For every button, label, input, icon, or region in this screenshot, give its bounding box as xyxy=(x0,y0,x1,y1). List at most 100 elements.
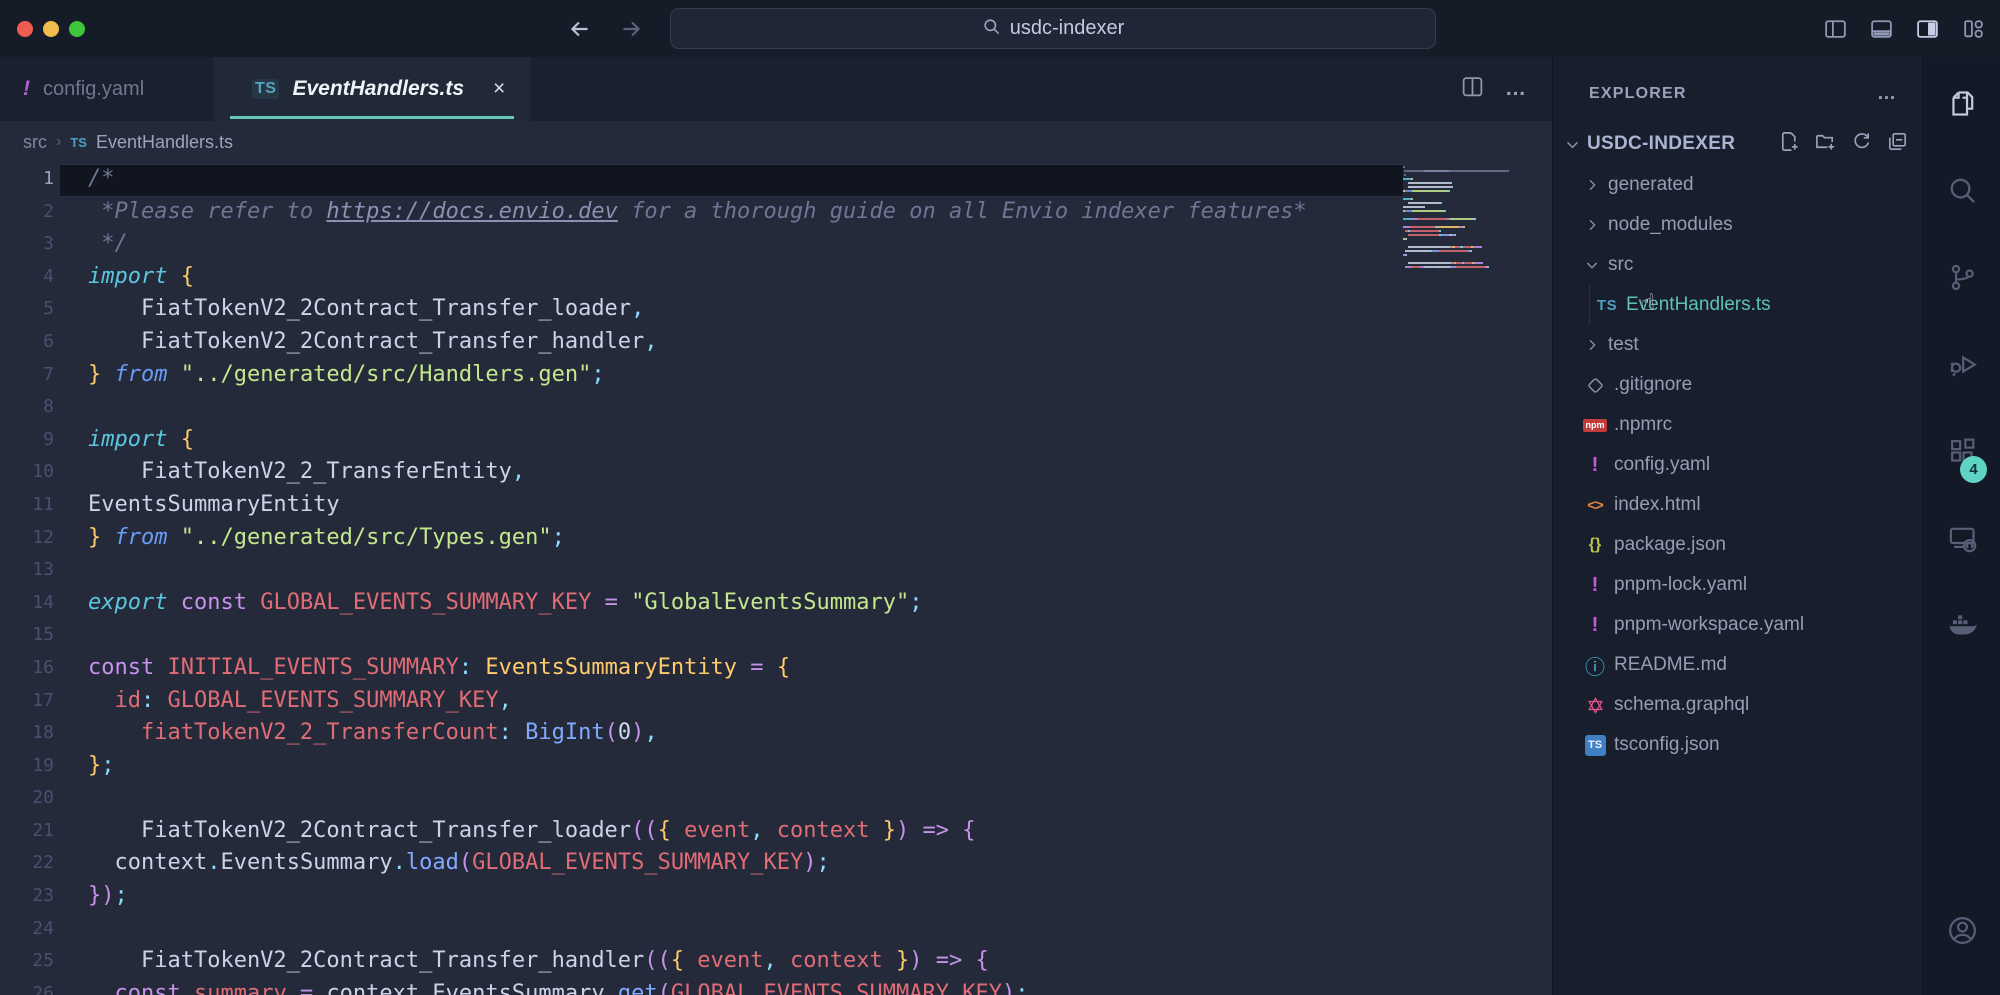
collapse-all-icon[interactable] xyxy=(1886,130,1909,158)
chevron-right-icon xyxy=(1583,337,1601,353)
tree-item-label: node_modules xyxy=(1608,214,1733,236)
code-line: } from "../generated/src/Types.gen"; xyxy=(88,522,1307,555)
layout-sidebar-right-icon[interactable] xyxy=(1915,16,1940,41)
new-folder-icon[interactable] xyxy=(1814,130,1837,158)
yaml-file-icon: ! xyxy=(1583,454,1607,477)
html-file-icon: <> xyxy=(1583,497,1607,514)
remote-explorer-icon[interactable] xyxy=(1923,510,2000,566)
tree-item-label: README.md xyxy=(1614,654,1727,676)
layout-customize-icon[interactable] xyxy=(1961,16,1986,41)
line-number: 4 xyxy=(0,261,60,294)
line-number: 3 xyxy=(0,228,60,261)
code-line: context.EventsSummary.load(GLOBAL_EVENTS… xyxy=(88,847,1307,880)
line-number: 16 xyxy=(0,652,60,685)
code-line: FiatTokenV2_2Contract_Transfer_handler, xyxy=(88,326,1307,359)
run-debug-icon[interactable] xyxy=(1923,336,2000,392)
tree-file--npmrc[interactable]: npm.npmrc xyxy=(1553,405,1923,445)
code-line: EventsSummaryEntity xyxy=(88,489,1307,522)
code-line xyxy=(88,782,1307,815)
tree-file-tsconfig-json[interactable]: TStsconfig.json xyxy=(1553,725,1923,765)
file-tree: generated node_modulessrcTSEventHandlers.… xyxy=(1553,165,1923,765)
tree-file-config-yaml[interactable]: ! config.yaml xyxy=(1553,445,1923,485)
close-tab-icon[interactable]: × xyxy=(493,77,505,101)
tree-file-eventhandlers-ts[interactable]: TSEventHandlers.ts☝ xyxy=(1553,285,1923,325)
command-center-search[interactable]: usdc-indexer xyxy=(670,8,1436,49)
tree-file-schema-graphql[interactable]: schema.graphql xyxy=(1553,685,1923,725)
explorer-more-icon[interactable]: … xyxy=(1877,83,1898,105)
line-number: 25 xyxy=(0,945,60,978)
line-number: 10 xyxy=(0,456,60,489)
new-file-icon[interactable] xyxy=(1778,130,1801,158)
source-control-icon[interactable] xyxy=(1923,249,2000,305)
line-number: 7 xyxy=(0,359,60,392)
tab-label: config.yaml xyxy=(43,78,144,101)
breadcrumb-folder[interactable]: src xyxy=(23,132,47,153)
refresh-icon[interactable] xyxy=(1850,130,1873,158)
tree-file-readme-md[interactable]: ⓘREADME.md xyxy=(1553,645,1923,685)
code-line: import { xyxy=(88,261,1307,294)
files-icon[interactable] xyxy=(1923,75,2000,131)
close-window-icon[interactable] xyxy=(17,21,33,37)
split-editor-icon[interactable] xyxy=(1460,74,1485,104)
line-number: 12 xyxy=(0,522,60,555)
line-number: 11 xyxy=(0,489,60,522)
back-icon[interactable] xyxy=(565,14,595,44)
code-line: const summary = context.EventsSummary.ge… xyxy=(88,978,1307,995)
yaml-exclaim-icon: ! xyxy=(23,77,30,101)
tree-item-label: index.html xyxy=(1614,494,1701,516)
search-icon[interactable] xyxy=(1923,162,2000,218)
code-line xyxy=(88,554,1307,587)
explorer-sidebar: EXPLORER … USDC-INDEXER xyxy=(1552,57,1922,995)
code-line: */ xyxy=(88,228,1307,261)
line-number: 1 xyxy=(0,163,60,196)
code-line: } from "../generated/src/Handlers.gen"; xyxy=(88,359,1307,392)
tree-folder-generated[interactable]: generated xyxy=(1553,165,1923,205)
breadcrumb: src › TS EventHandlers.ts xyxy=(0,121,1552,163)
tree-file--gitignore[interactable]: .gitignore xyxy=(1553,365,1923,405)
tree-item-label: pnpm-workspace.yaml xyxy=(1614,614,1804,636)
line-number: 26 xyxy=(0,978,60,995)
tree-folder-node-modules[interactable]: node_modules xyxy=(1553,205,1923,245)
line-number: 24 xyxy=(0,913,60,946)
line-number: 2 xyxy=(0,196,60,229)
tree-file-pnpm-workspace-yaml[interactable]: !pnpm-workspace.yaml xyxy=(1553,605,1923,645)
chevron-down-icon xyxy=(1563,136,1581,153)
project-root-row[interactable]: USDC-INDEXER xyxy=(1553,124,1923,164)
tab-eventhandlers-ts[interactable]: TS EventHandlers.ts × xyxy=(214,57,530,121)
account-icon[interactable] xyxy=(1923,902,2000,958)
line-number: 9 xyxy=(0,424,60,457)
layout-sidebar-left-icon[interactable] xyxy=(1823,16,1848,41)
code-lines: /* *Please refer to https://docs.envio.d… xyxy=(88,163,1307,995)
tree-indent-guide xyxy=(1589,285,1590,325)
breadcrumb-file[interactable]: EventHandlers.ts xyxy=(96,132,233,153)
layout-panel-icon[interactable] xyxy=(1869,16,1894,41)
tab-bar: ! config.yaml TS EventHandlers.ts × … xyxy=(0,57,1552,121)
search-value: usdc-indexer xyxy=(1010,17,1125,40)
tree-file-index-html[interactable]: <> index.html xyxy=(1553,485,1923,525)
minimize-window-icon[interactable] xyxy=(43,21,59,37)
activity-bar: 4 xyxy=(1922,57,2000,995)
git-file-icon xyxy=(1583,377,1607,394)
tab-config-yaml[interactable]: ! config.yaml xyxy=(0,57,214,121)
code-editor[interactable]: 1234567891011121314151617181920212223242… xyxy=(0,163,1552,995)
tab-label: EventHandlers.ts xyxy=(292,77,464,101)
code-line: fiatTokenV2_2_TransferCount: BigInt(0), xyxy=(88,717,1307,750)
line-number: 13 xyxy=(0,554,60,587)
tree-folder-src[interactable]: src xyxy=(1553,245,1923,285)
code-line xyxy=(88,913,1307,946)
npm-file-icon: npm xyxy=(1583,419,1607,432)
tree-folder-test[interactable]: test xyxy=(1553,325,1923,365)
code-line xyxy=(88,391,1307,424)
tree-file-package-json[interactable]: {}package.json xyxy=(1553,525,1923,565)
tree-item-label: generated xyxy=(1608,174,1694,196)
maximize-window-icon[interactable] xyxy=(69,21,85,37)
more-actions-icon[interactable]: … xyxy=(1505,77,1528,101)
minimap[interactable] xyxy=(1403,166,1533,270)
tree-item-label: package.json xyxy=(1614,534,1726,556)
tree-file-pnpm-lock-yaml[interactable]: !pnpm-lock.yaml xyxy=(1553,565,1923,605)
forward-icon[interactable] xyxy=(616,14,646,44)
breadcrumb-separator: › xyxy=(56,133,61,151)
tree-item-label: config.yaml xyxy=(1614,454,1710,476)
hand-cursor: ☝ xyxy=(1641,290,1655,316)
docker-icon[interactable] xyxy=(1923,597,2000,653)
